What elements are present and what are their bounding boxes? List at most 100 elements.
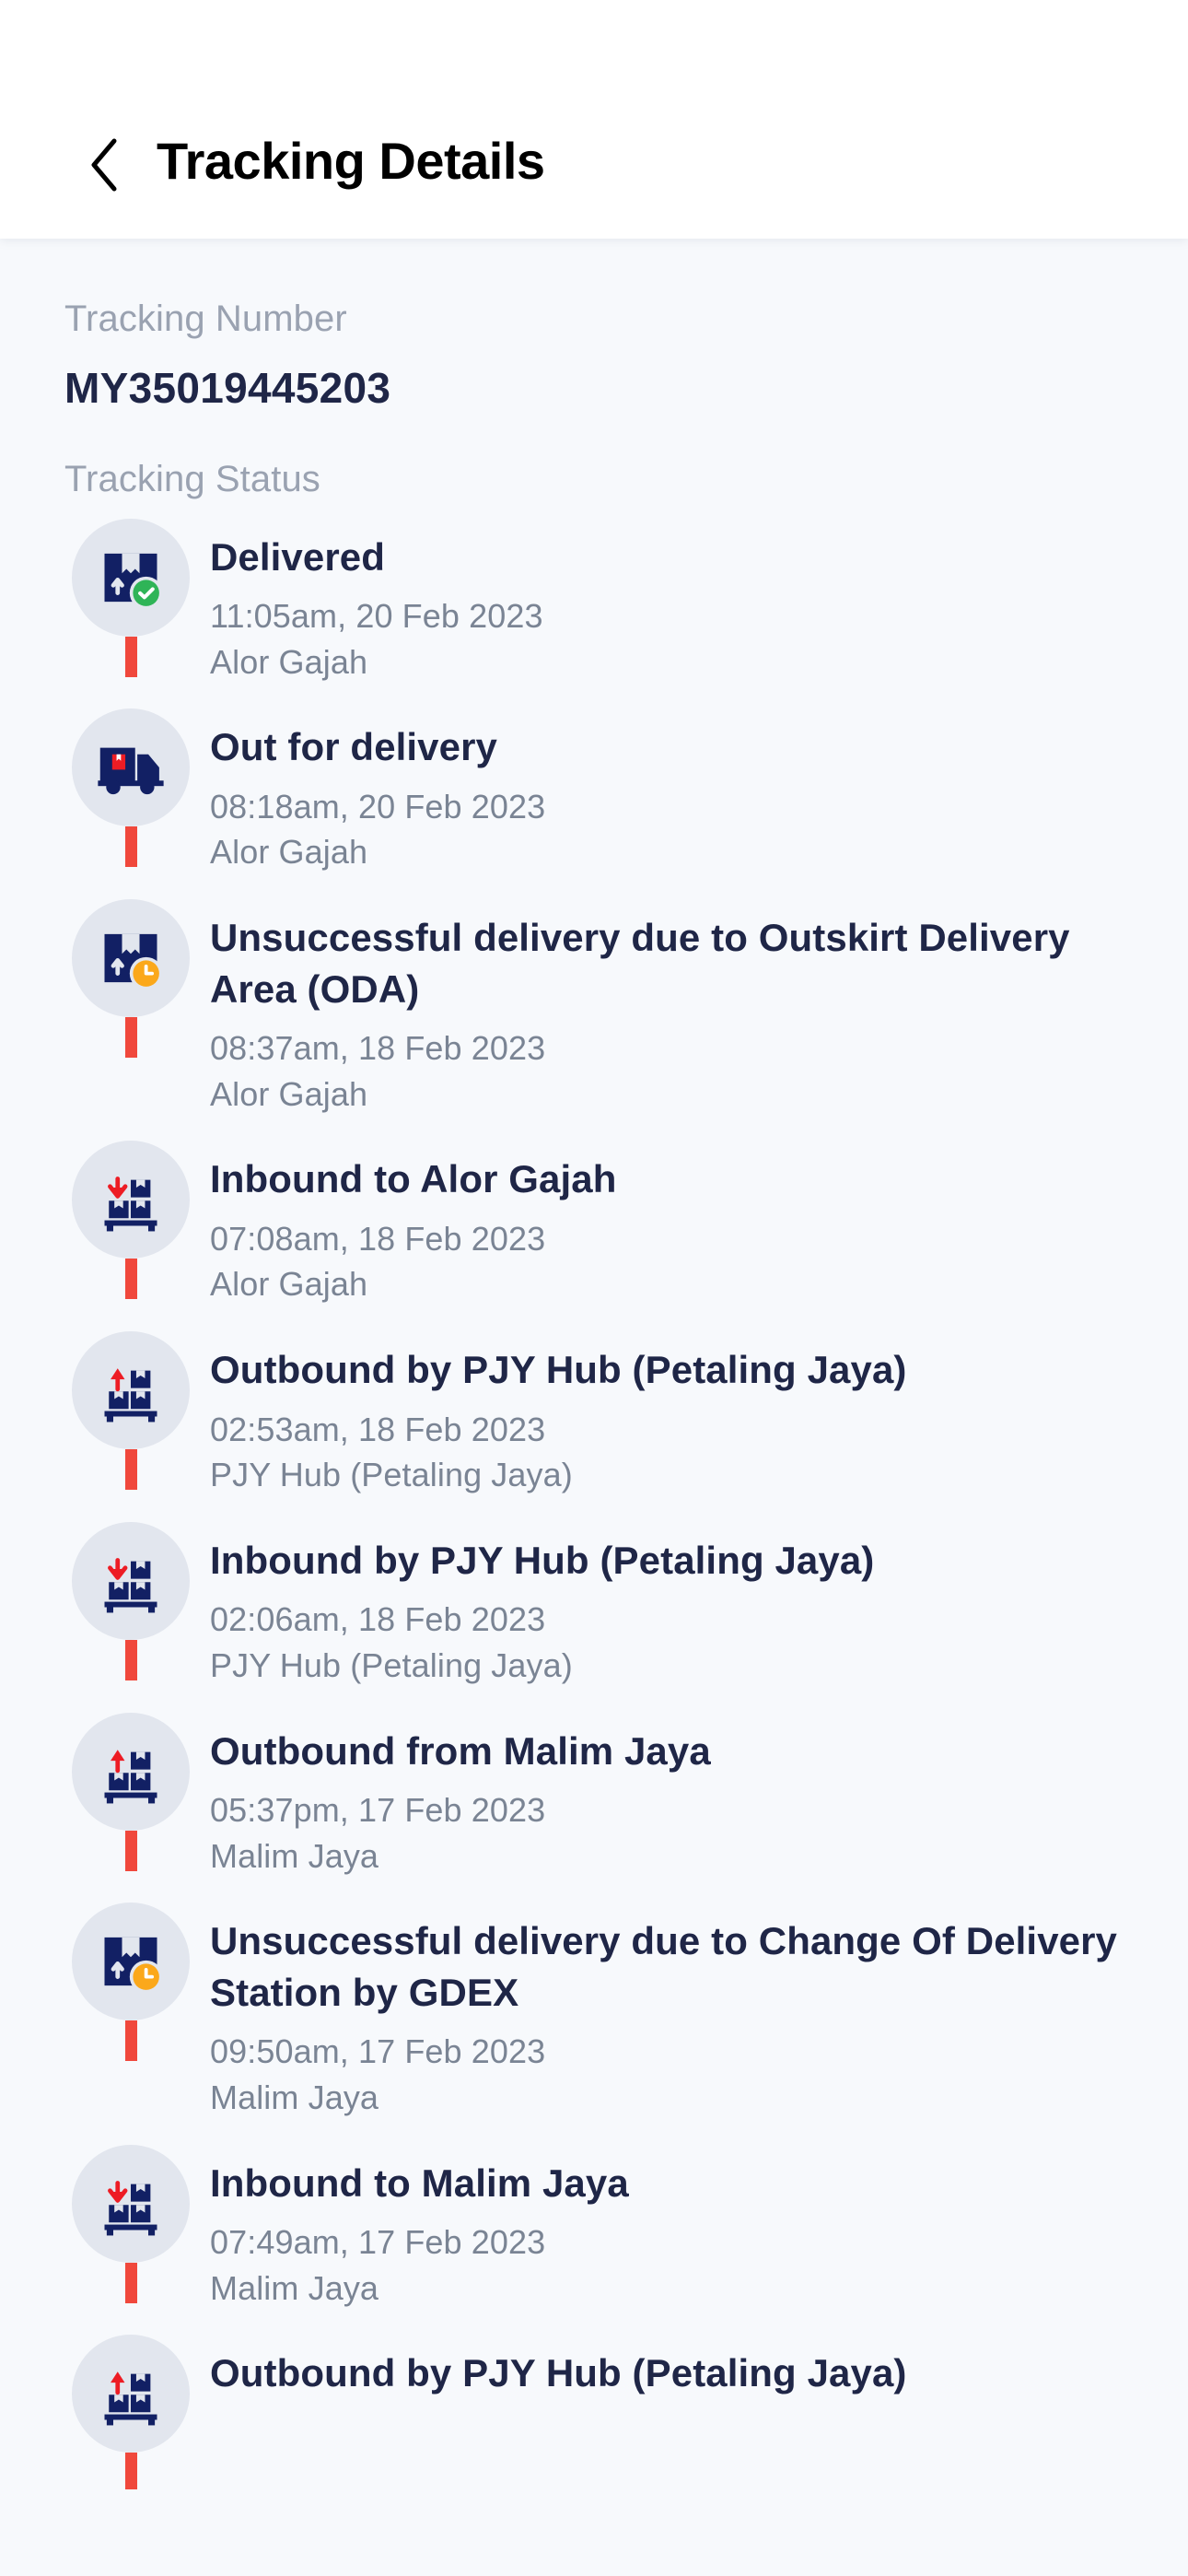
warehouse-inbound-icon	[96, 2169, 166, 2239]
timeline-connector-bottom	[124, 636, 137, 677]
timeline-connector-bottom	[124, 826, 137, 868]
timeline-event-content: Out for delivery 08:18am, 20 Feb 2023 Alor…	[197, 708, 1188, 899]
app-header: Tracking Details	[0, 0, 1188, 239]
timeline-rail	[64, 1141, 197, 1300]
timeline-connector-bottom	[124, 1449, 137, 1491]
timeline-rail	[64, 899, 197, 1059]
timeline-rail	[64, 1712, 197, 1871]
timeline-connector-bottom	[124, 1017, 137, 1059]
timeline-event-content: Outbound from Malim Jaya 05:37pm, 17 Feb …	[197, 1713, 1188, 1903]
timeline-event: Delivered 11:05am, 20 Feb 2023 Alor Gajah	[64, 518, 1188, 709]
timeline-event-title: Delivered	[210, 534, 386, 579]
timeline-event: Inbound to Alor Gajah 07:08am, 18 Feb 202…	[64, 1141, 1188, 1331]
timeline-event-title: Inbound by PJY Hub (Petaling Jaya)	[210, 1538, 875, 1582]
timeline-rail	[64, 1903, 197, 2062]
timeline-event-spacer	[210, 1307, 1151, 1331]
timeline-event: Unsuccessful delivery due to Change Of D…	[64, 1903, 1188, 2144]
timeline-event-datetime: 07:08am, 18 Feb 2023	[210, 1219, 546, 1258]
timeline-connector-bottom	[124, 1830, 137, 1871]
timeline-rail	[64, 2335, 197, 2490]
timeline-event-spacer	[210, 875, 1151, 899]
timeline-event: Inbound to Malim Jaya 07:49am, 17 Feb 202…	[64, 2144, 1188, 2336]
timeline-connector-bottom	[124, 1259, 137, 1300]
timeline-event-location: Alor Gajah	[210, 1265, 368, 1304]
tracking-details-screen: Tracking Details Tracking Number MY35019…	[0, 0, 1188, 2576]
timeline-event-content: Delivered 11:05am, 20 Feb 2023 Alor Gajah	[197, 519, 1188, 709]
content-area: Tracking Number MY35019445203 Tracking S…	[0, 239, 1188, 2490]
warehouse-outbound-icon	[96, 1355, 166, 1425]
timeline-event-datetime: 09:50am, 17 Feb 2023	[210, 2032, 546, 2071]
timeline-event-location: Malim Jaya	[210, 2268, 379, 2307]
package-clock-icon	[96, 1926, 166, 1996]
tracking-timeline: Delivered 11:05am, 20 Feb 2023 Alor Gajah O…	[64, 518, 1188, 2490]
timeline-status-badge	[72, 2144, 190, 2263]
timeline-rail	[64, 1331, 197, 1491]
timeline-status-badge	[72, 1141, 190, 1259]
timeline-rail	[64, 518, 197, 677]
timeline-event-location: Alor Gajah	[210, 833, 368, 872]
timeline-event: Outbound by PJY Hub (Petaling Jaya) 02:53…	[64, 1331, 1188, 1522]
timeline-event-datetime: 11:05am, 20 Feb 2023	[210, 596, 543, 635]
timeline-status-badge	[72, 2335, 190, 2453]
timeline-connector-bottom	[124, 1639, 137, 1680]
timeline-event: Inbound by PJY Hub (Petaling Jaya) 02:06a…	[64, 1521, 1188, 1713]
timeline-event-spacer	[210, 2121, 1151, 2145]
timeline-event-spacer	[210, 2311, 1151, 2335]
tracking-number-value[interactable]: MY35019445203	[64, 362, 1188, 416]
timeline-status-badge	[72, 1521, 190, 1640]
timeline-event-location: Alor Gajah	[210, 1074, 368, 1113]
timeline-event-spacer	[210, 1498, 1151, 1522]
timeline-event-location: PJY Hub (Petaling Jaya)	[210, 1645, 573, 1684]
timeline-event-datetime: 07:49am, 17 Feb 2023	[210, 2223, 546, 2262]
timeline-event-title: Out for delivery	[210, 725, 498, 769]
warehouse-inbound-icon	[96, 1165, 166, 1235]
timeline-event-spacer	[210, 685, 1151, 708]
chevron-left-icon	[87, 135, 123, 194]
timeline-event-content: Inbound to Malim Jaya 07:49am, 17 Feb 202…	[197, 2145, 1188, 2336]
timeline-event-spacer	[210, 1117, 1151, 1141]
timeline-connector-bottom	[124, 2262, 137, 2303]
delivery-truck-icon	[96, 732, 166, 802]
tracking-status-label: Tracking Status	[64, 458, 320, 499]
timeline-status-badge	[72, 899, 190, 1018]
timeline-event-title: Inbound to Malim Jaya	[210, 2160, 629, 2205]
timeline-event-location: Alor Gajah	[210, 642, 368, 681]
timeline-event-title: Outbound by PJY Hub (Petaling Jaya)	[210, 2351, 907, 2395]
timeline-status-badge	[72, 708, 190, 827]
timeline-event-location: PJY Hub (Petaling Jaya)	[210, 1456, 573, 1494]
timeline-event-title: Outbound from Malim Jaya	[210, 1728, 711, 1773]
timeline-event-title: Inbound to Alor Gajah	[210, 1157, 617, 1201]
timeline-rail	[64, 1521, 197, 1680]
timeline-status-badge	[72, 1903, 190, 2021]
timeline-event-spacer	[210, 1879, 1151, 1903]
timeline-event-content: Unsuccessful delivery due to Change Of D…	[197, 1903, 1188, 2144]
timeline-event-datetime: 05:37pm, 17 Feb 2023	[210, 1791, 546, 1830]
warehouse-inbound-icon	[96, 1546, 166, 1616]
warehouse-outbound-icon	[96, 1737, 166, 1807]
timeline-event-title: Outbound by PJY Hub (Petaling Jaya)	[210, 1348, 907, 1392]
timeline-rail	[64, 2144, 197, 2303]
timeline-status-badge	[72, 1712, 190, 1831]
timeline-event-content: Inbound by PJY Hub (Petaling Jaya) 02:06a…	[197, 1522, 1188, 1713]
timeline-status-badge	[72, 518, 190, 637]
package-clock-icon	[96, 923, 166, 993]
timeline-status-badge	[72, 1331, 190, 1450]
timeline-event: Out for delivery 08:18am, 20 Feb 2023 Alor…	[64, 708, 1188, 899]
timeline-event-spacer	[210, 1689, 1151, 1713]
timeline-event-datetime: 02:53am, 18 Feb 2023	[210, 1410, 546, 1448]
timeline-event-spacer	[210, 2399, 1151, 2423]
timeline-event-location: Malim Jaya	[210, 1836, 379, 1875]
timeline-connector-bottom	[124, 2020, 137, 2062]
timeline-event: Outbound from Malim Jaya 05:37pm, 17 Feb …	[64, 1712, 1188, 1903]
timeline-event-content: Inbound to Alor Gajah 07:08am, 18 Feb 202…	[197, 1141, 1188, 1331]
timeline-event-title: Unsuccessful delivery due to Change Of D…	[210, 1919, 1118, 2014]
timeline-event-datetime: 08:18am, 20 Feb 2023	[210, 787, 546, 825]
back-button[interactable]	[79, 138, 131, 192]
timeline-event-location: Malim Jaya	[210, 2078, 379, 2116]
package-check-icon	[96, 543, 166, 613]
timeline-event-datetime: 08:37am, 18 Feb 2023	[210, 1028, 546, 1067]
warehouse-outbound-icon	[96, 2359, 166, 2429]
timeline-event-content: Unsuccessful delivery due to Outskirt De…	[197, 899, 1188, 1141]
page-title: Tracking Details	[157, 132, 545, 190]
timeline-event-content: Outbound by PJY Hub (Petaling Jaya)	[197, 2335, 1188, 2422]
